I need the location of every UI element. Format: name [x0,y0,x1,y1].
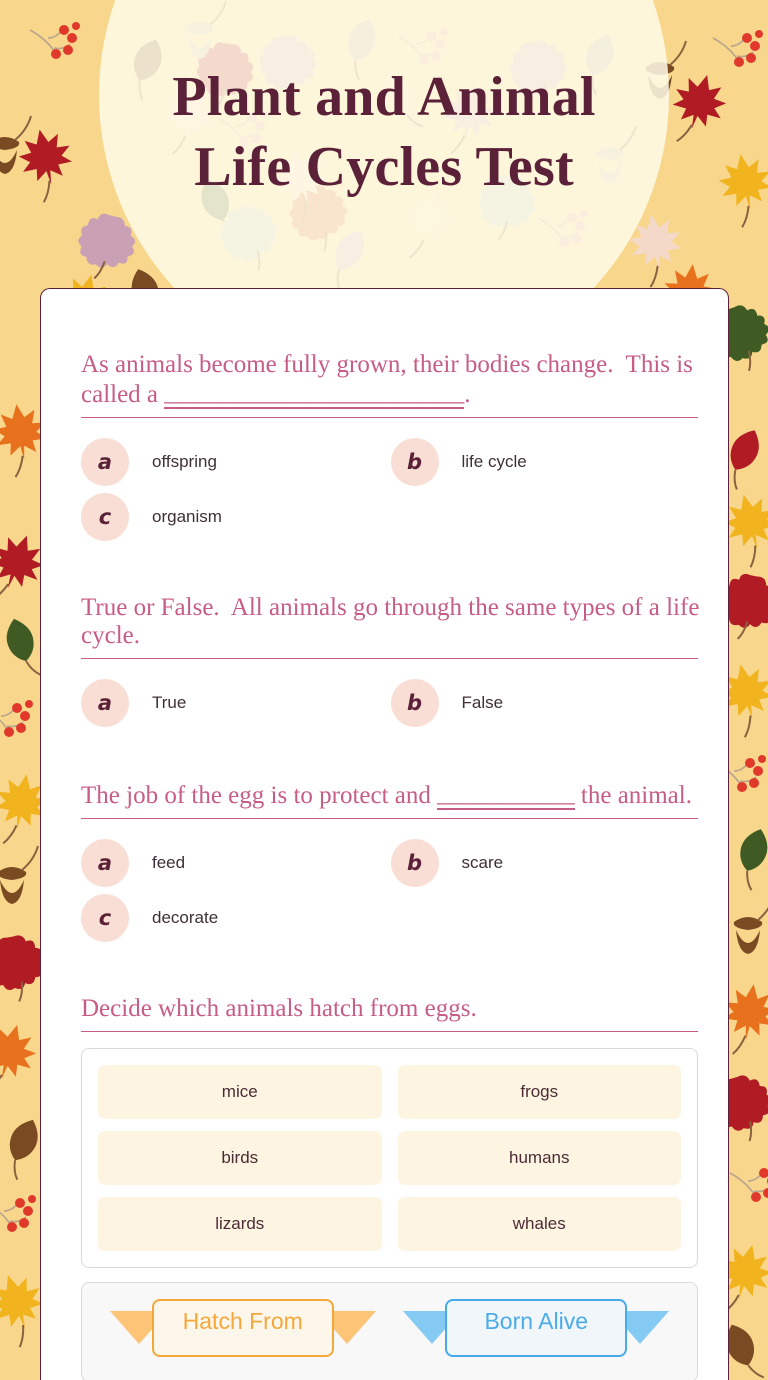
question-block-2: True or False. All animals go through th… [69,594,700,732]
option-letter-badge: a [81,678,129,727]
word-tile-whales[interactable]: whales [397,1197,681,1251]
option-label: True [152,692,187,712]
question-block-3: The job of the egg is to protect and ___… [69,780,700,947]
answer-blank-1[interactable]: ________________________ [164,379,465,409]
word-tile-lizards[interactable]: lizards [98,1197,382,1251]
option-letter-badge: b [390,437,439,486]
option-list-2: a True b False [69,659,700,732]
worksheet-card: As animals become fully grown, their bod… [40,288,729,1380]
option-list-1: a offspring b life cycle c organism [69,418,700,546]
option-letter-badge: c [81,492,129,541]
option-label: life cycle [461,451,527,471]
option-3c[interactable]: c decorate [81,892,391,943]
option-label: scare [461,852,504,872]
question-block-4: Decide which animals hatch from eggs. mi… [69,995,700,1380]
category-label-born-alive: Born Alive [445,1299,628,1357]
answer-blank-3[interactable]: ___________ [437,780,575,810]
option-label: feed [152,852,186,872]
question-text-2: True or False. All animals go through th… [69,594,700,658]
question-text-3: The job of the egg is to protect and ___… [69,780,700,818]
question-text-1: As animals become fully grown, their bod… [69,351,700,417]
option-letter-badge: c [81,893,129,942]
question-block-1: As animals become fully grown, their bod… [69,351,700,546]
question-stem-4: Decide which animals hatch from eggs. [81,995,477,1022]
option-1c[interactable]: c organism [81,491,391,542]
option-letter-badge: a [81,437,129,486]
word-tile-birds[interactable]: birds [98,1131,382,1185]
category-label-hatch-from: Hatch From [151,1299,334,1357]
word-tile-humans[interactable]: humans [397,1131,681,1185]
question-tail-3: the animal. [580,782,692,809]
option-letter-badge: a [81,838,129,887]
option-list-3: a feed b scare c decorate [69,819,700,947]
category-drop-zones: Hatch From Born Alive [81,1282,698,1380]
option-2a[interactable]: a True [81,677,391,728]
word-tile-frogs[interactable]: frogs [397,1065,681,1119]
question-stem-2: True or False. All animals go through th… [81,594,700,649]
question-tail-1: . [464,381,471,408]
page-title: Plant and Animal Life Cycles Test [172,66,596,198]
option-letter-badge: b [390,838,439,887]
option-2b[interactable]: b False [390,677,701,728]
option-letter-badge: b [390,678,439,727]
option-3a[interactable]: a feed [81,837,391,888]
question-text-4: Decide which animals hatch from eggs. [69,995,700,1031]
option-1a[interactable]: a offspring [81,436,391,487]
category-born-alive[interactable]: Born Alive [401,1299,671,1357]
option-label: decorate [152,907,219,927]
worksheet-body: As animals become fully grown, their bod… [41,289,728,1380]
question-divider-4 [81,1031,698,1032]
word-bank: mice frogs birds humans lizards whales [81,1048,698,1268]
category-hatch-from[interactable]: Hatch From [108,1299,378,1357]
question-stem-3: The job of the egg is to protect and [81,782,431,809]
option-1b[interactable]: b life cycle [390,436,701,487]
option-3b[interactable]: b scare [390,837,701,888]
option-label: offspring [152,451,217,471]
word-tile-mice[interactable]: mice [98,1065,382,1119]
option-label: organism [152,506,222,526]
option-label: False [461,692,504,712]
